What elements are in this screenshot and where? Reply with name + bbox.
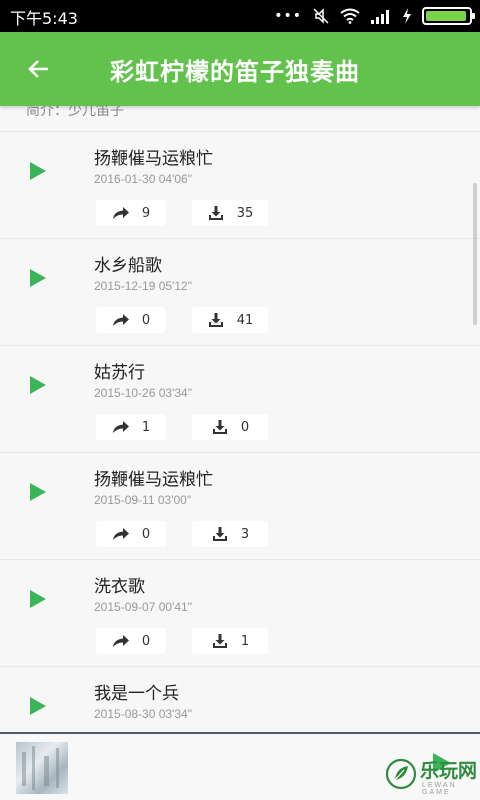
song-duration: 04'06"	[158, 172, 192, 186]
battery-level	[426, 11, 466, 21]
share-button[interactable]: 9	[96, 200, 166, 226]
song-duration: 03'34"	[158, 386, 192, 400]
song-date: 2015-09-11	[94, 493, 155, 507]
song-date: 2015-10-26	[94, 386, 156, 400]
download-button[interactable]: 1	[192, 628, 268, 654]
download-icon	[212, 420, 227, 434]
song-date: 2015-09-07	[94, 600, 156, 614]
page-title: 彩虹柠檬的笛子独奏曲	[110, 58, 360, 86]
download-icon	[212, 634, 227, 648]
download-icon	[208, 206, 223, 220]
song-title: 扬鞭催马运粮忙	[94, 149, 213, 169]
share-count: 9	[141, 205, 151, 221]
more-notifications-icon: •••	[274, 8, 302, 24]
song-title: 扬鞭催马运粮忙	[94, 470, 213, 490]
song-row[interactable]: 洗衣歌 2015-09-07 00'41" 0 1	[0, 560, 480, 667]
share-count: 0	[141, 633, 151, 649]
watermark-logo: 乐玩网 LEWAN GAME	[384, 756, 478, 796]
watermark-subtext: LEWAN GAME	[422, 782, 457, 796]
song-date-duration: 2015-12-19 05'12"	[94, 279, 192, 293]
song-date-duration: 2015-08-30 03'34"	[94, 707, 192, 721]
play-icon[interactable]	[28, 161, 48, 181]
download-button[interactable]: 41	[192, 307, 268, 333]
song-date: 2015-12-19	[94, 279, 156, 293]
watermark-text: 乐玩网	[420, 760, 478, 782]
song-duration: 03'34"	[158, 707, 192, 721]
intro-text: 简介：少儿笛子	[26, 106, 124, 119]
share-button[interactable]: 1	[96, 414, 166, 440]
status-bar: 下午5:43 •••	[0, 0, 480, 32]
song-date: 2015-08-30	[94, 707, 156, 721]
charging-icon	[403, 8, 411, 24]
song-list[interactable]: 扬鞭催马运粮忙 2016-01-30 04'06" 9 35 水乡船歌 2015-12-1…	[0, 132, 480, 732]
song-row[interactable]: 扬鞭催马运粮忙 2015-09-11 03'00" 0 3	[0, 453, 480, 560]
song-row[interactable]: 我是一个兵 2015-08-30 03'34"	[0, 667, 480, 732]
song-date-duration: 2015-09-07 00'41"	[94, 600, 192, 614]
download-icon	[212, 527, 227, 541]
mute-icon	[313, 8, 329, 24]
back-button[interactable]	[24, 54, 54, 84]
wifi-icon	[340, 8, 360, 24]
battery-icon	[422, 7, 475, 25]
download-button[interactable]: 35	[192, 200, 268, 226]
download-icon	[208, 313, 223, 327]
scrollbar[interactable]	[473, 183, 477, 325]
album-thumbnail[interactable]	[16, 742, 68, 794]
share-icon	[112, 635, 129, 647]
download-count: 35	[236, 205, 254, 221]
song-date-duration: 2016-01-30 04'06"	[94, 172, 192, 186]
signal-icon	[371, 10, 389, 24]
play-icon[interactable]	[28, 696, 48, 716]
download-button[interactable]: 3	[192, 521, 268, 547]
song-date-duration: 2015-10-26 03'34"	[94, 386, 192, 400]
download-count: 3	[240, 526, 250, 542]
share-icon	[112, 421, 129, 433]
song-row[interactable]: 姑苏行 2015-10-26 03'34" 1 0	[0, 346, 480, 453]
share-button[interactable]: 0	[96, 307, 166, 333]
download-count: 0	[240, 419, 250, 435]
download-count: 1	[240, 633, 250, 649]
share-button[interactable]: 0	[96, 521, 166, 547]
play-icon[interactable]	[28, 482, 48, 502]
song-row[interactable]: 扬鞭催马运粮忙 2016-01-30 04'06" 9 35	[0, 132, 480, 239]
song-duration: 05'12"	[158, 279, 192, 293]
song-title: 洗衣歌	[94, 577, 145, 597]
download-button[interactable]: 0	[192, 414, 268, 440]
status-time: 下午5:43	[10, 9, 78, 28]
play-icon[interactable]	[28, 268, 48, 288]
play-icon[interactable]	[28, 375, 48, 395]
share-count: 0	[141, 526, 151, 542]
download-count: 41	[236, 312, 254, 328]
play-icon[interactable]	[28, 589, 48, 609]
app-bar: 彩虹柠檬的笛子独奏曲	[0, 32, 480, 106]
song-duration: 00'41"	[158, 600, 192, 614]
intro-strip: 简介：少儿笛子	[0, 106, 480, 132]
song-row[interactable]: 水乡船歌 2015-12-19 05'12" 0 41	[0, 239, 480, 346]
share-icon	[112, 528, 129, 540]
share-count: 1	[141, 419, 151, 435]
song-title: 我是一个兵	[94, 684, 179, 704]
song-date-duration: 2015-09-11 03'00"	[94, 493, 191, 507]
song-duration: 03'00"	[157, 493, 192, 507]
share-icon	[112, 207, 129, 219]
share-count: 0	[141, 312, 151, 328]
status-icons: •••	[274, 6, 475, 26]
share-icon	[112, 314, 129, 326]
song-date: 2016-01-30	[94, 172, 156, 186]
share-button[interactable]: 0	[96, 628, 166, 654]
song-title: 水乡船歌	[94, 256, 162, 276]
arrow-left-icon	[28, 60, 48, 78]
song-title: 姑苏行	[94, 363, 145, 383]
leaf-logo-icon	[385, 758, 417, 790]
